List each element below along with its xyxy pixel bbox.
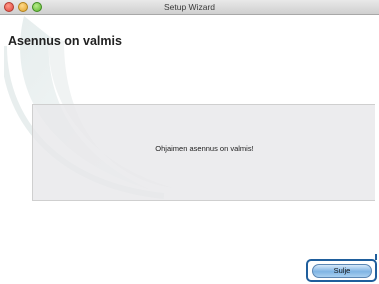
setup-wizard-window: Setup Wizard Asennus on valmis Ohjaimen …	[0, 0, 379, 284]
page-title: Asennus on valmis	[8, 34, 122, 48]
close-button[interactable]: Sulje	[312, 264, 372, 278]
wizard-content: Asennus on valmis Ohjaimen asennus on va…	[4, 16, 375, 284]
completion-message: Ohjaimen asennus on valmis!	[155, 144, 254, 153]
message-panel: Ohjaimen asennus on valmis!	[32, 104, 375, 201]
highlight-marker	[375, 254, 377, 260]
title-bar[interactable]: Setup Wizard	[0, 0, 379, 15]
window-title: Setup Wizard	[163, 2, 216, 12]
